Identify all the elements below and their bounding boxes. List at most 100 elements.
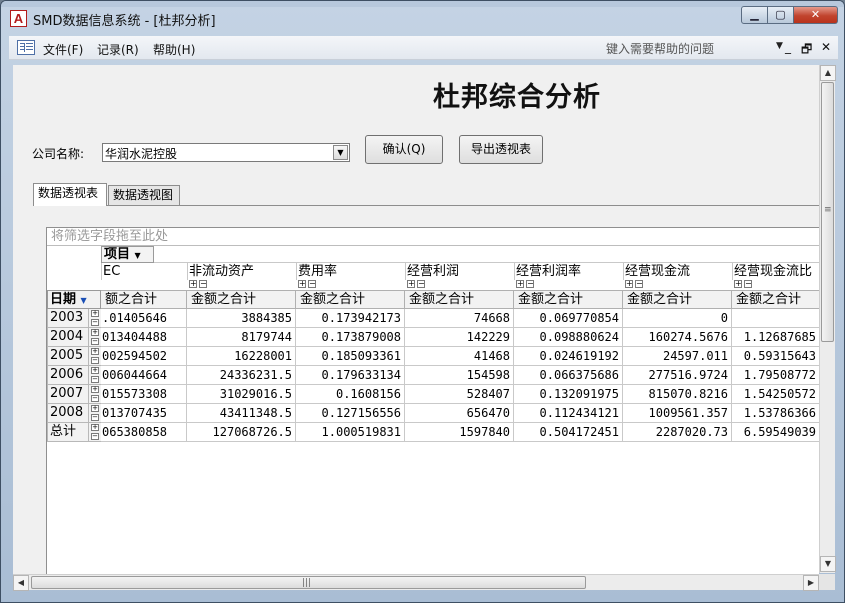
column-header[interactable]: 经营利润率 (514, 263, 623, 280)
expand-icon[interactable]: + (189, 280, 197, 288)
date-field-button[interactable]: 日期 ▼ (47, 290, 101, 309)
horizontal-scrollbar[interactable]: ◀ ||| ▶ (13, 574, 819, 591)
table-cell[interactable]: 013707435 (101, 404, 187, 423)
table-cell[interactable]: 065380858 (101, 423, 187, 442)
table-cell[interactable]: 1597840 (405, 423, 514, 442)
table-cell[interactable]: 0.173879008 (296, 328, 405, 347)
scroll-left-icon[interactable]: ◀ (13, 575, 29, 591)
table-cell[interactable]: 0.173942173 (296, 309, 405, 328)
column-header[interactable]: 经营现金流 (623, 263, 732, 280)
collapse-icon[interactable]: − (526, 280, 534, 288)
table-cell[interactable]: 0.185093361 (296, 347, 405, 366)
confirm-button[interactable]: 确认(Q) (365, 135, 443, 164)
table-cell[interactable]: 0.179633134 (296, 366, 405, 385)
mdi-close-button[interactable]: ✕ (821, 40, 831, 54)
table-cell[interactable] (732, 309, 819, 328)
table-cell[interactable]: 0.066375686 (514, 366, 623, 385)
access-app-icon[interactable]: A (10, 10, 27, 27)
scroll-right-icon[interactable]: ▶ (803, 575, 819, 591)
table-cell[interactable]: 0.504172451 (514, 423, 623, 442)
minimize-button[interactable]: ▁ (741, 6, 768, 24)
table-cell[interactable]: 015573308 (101, 385, 187, 404)
tab-pivot-chart[interactable]: 数据透视图 (108, 185, 180, 206)
row-header[interactable]: 2005 (47, 347, 89, 366)
table-cell[interactable]: 1009561.357 (623, 404, 732, 423)
table-cell[interactable]: .01405646 (101, 309, 187, 328)
collapse-icon[interactable]: − (91, 395, 99, 402)
row-header[interactable]: 2008 (47, 404, 89, 423)
table-cell[interactable]: 160274.5676 (623, 328, 732, 347)
collapse-icon[interactable]: − (91, 414, 99, 421)
scroll-up-icon[interactable]: ▲ (820, 65, 836, 81)
table-cell[interactable]: 0.024619192 (514, 347, 623, 366)
export-pivot-button[interactable]: 导出透视表 (459, 135, 543, 164)
table-cell[interactable]: 013404488 (101, 328, 187, 347)
menu-help[interactable]: 帮助(H) (153, 41, 195, 58)
table-cell[interactable]: 1.12687685 (732, 328, 819, 347)
table-cell[interactable]: 3884385 (187, 309, 296, 328)
table-cell[interactable]: 1.54250572 (732, 385, 819, 404)
chevron-down-icon[interactable]: ▼ (135, 251, 141, 260)
pivot-table[interactable]: 将筛选字段拖至此处 项目 ▼ EC 非流动资产 费用率 经营利润 经营利润率 经… (46, 227, 819, 588)
tab-pivot-table[interactable]: 数据透视表 (33, 183, 107, 206)
expand-icon[interactable]: + (91, 348, 99, 355)
table-cell[interactable]: 0.112434121 (514, 404, 623, 423)
expand-icon[interactable]: + (298, 280, 306, 288)
chevron-down-icon[interactable]: ▼ (333, 145, 348, 160)
table-cell[interactable]: 1.79508772 (732, 366, 819, 385)
help-question-input[interactable]: 键入需要帮助的问题 (606, 40, 781, 56)
column-header[interactable]: 非流动资产 (187, 263, 296, 280)
collapse-icon[interactable]: − (417, 280, 425, 288)
collapse-icon[interactable]: − (744, 280, 752, 288)
collapse-icon[interactable]: − (635, 280, 643, 288)
table-cell[interactable]: 0.1608156 (296, 385, 405, 404)
maximize-button[interactable]: ▢ (768, 6, 794, 24)
table-cell[interactable]: 0.127156556 (296, 404, 405, 423)
expand-icon[interactable]: + (91, 405, 99, 412)
table-cell[interactable]: 0 (623, 309, 732, 328)
table-cell[interactable]: 6.59549039 (732, 423, 819, 442)
row-header[interactable]: 2004 (47, 328, 89, 347)
table-cell[interactable]: 24597.011 (623, 347, 732, 366)
table-cell[interactable]: 16228001 (187, 347, 296, 366)
company-combobox[interactable]: 华润水泥控股 ▼ (102, 143, 350, 162)
expand-icon[interactable]: + (91, 386, 99, 393)
collapse-icon[interactable]: − (308, 280, 316, 288)
table-cell[interactable]: 0.132091975 (514, 385, 623, 404)
row-header[interactable]: 2003 (47, 309, 89, 328)
table-cell[interactable]: 528407 (405, 385, 514, 404)
row-header[interactable]: 2007 (47, 385, 89, 404)
expand-icon[interactable]: + (91, 424, 99, 431)
table-cell[interactable]: 2287020.73 (623, 423, 732, 442)
filter-drop-zone[interactable]: 将筛选字段拖至此处 (47, 228, 819, 246)
column-header[interactable]: EC (101, 263, 187, 280)
row-header[interactable]: 总计 (47, 423, 89, 442)
expand-icon[interactable]: + (91, 310, 99, 317)
menu-file[interactable]: 文件(F) (43, 41, 83, 58)
collapse-icon[interactable]: − (91, 433, 99, 440)
vertical-scroll-thumb[interactable]: ≡ (821, 82, 834, 342)
mdi-minimize-button[interactable]: _ (785, 40, 791, 54)
table-cell[interactable]: 006044664 (101, 366, 187, 385)
table-cell[interactable]: 656470 (405, 404, 514, 423)
chevron-down-icon[interactable]: ▼ (81, 296, 87, 305)
table-cell[interactable]: 1.53786366 (732, 404, 819, 423)
table-cell[interactable]: 0.069770854 (514, 309, 623, 328)
table-cell[interactable]: 8179744 (187, 328, 296, 347)
row-header[interactable]: 2006 (47, 366, 89, 385)
close-button[interactable]: ✕ (794, 6, 838, 24)
help-dropdown-icon[interactable]: ▼ (776, 41, 783, 51)
table-cell[interactable]: 43411348.5 (187, 404, 296, 423)
table-cell[interactable]: 24336231.5 (187, 366, 296, 385)
expand-icon[interactable]: + (91, 329, 99, 336)
column-header[interactable]: 费用率 (296, 263, 405, 280)
table-cell[interactable]: 277516.9724 (623, 366, 732, 385)
horizontal-scroll-thumb[interactable]: ||| (31, 576, 586, 589)
table-cell[interactable]: 74668 (405, 309, 514, 328)
mdi-restore-button[interactable]: 🗗 (801, 40, 812, 61)
collapse-icon[interactable]: − (91, 357, 99, 364)
table-cell[interactable]: 154598 (405, 366, 514, 385)
table-cell[interactable]: 31029016.5 (187, 385, 296, 404)
table-cell[interactable]: 815070.8216 (623, 385, 732, 404)
expand-icon[interactable]: + (625, 280, 633, 288)
